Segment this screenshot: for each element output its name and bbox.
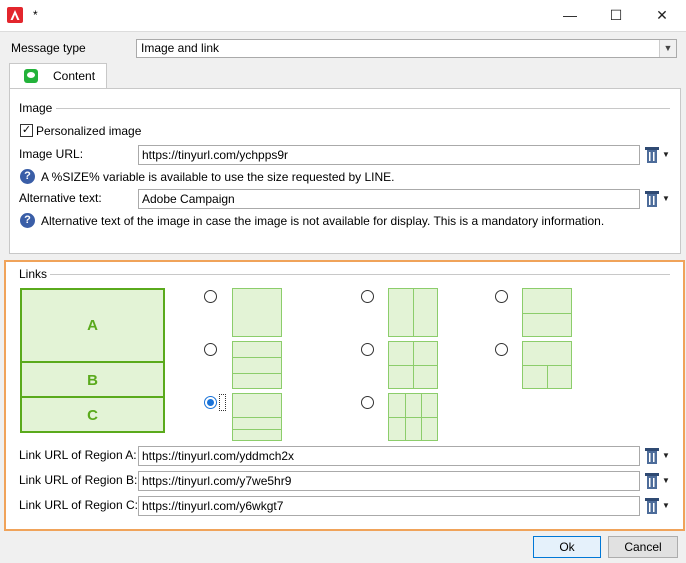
layout-option-radio-selected[interactable]	[204, 396, 217, 409]
image-section-title: Image	[19, 101, 53, 115]
links-section-title: Links	[19, 267, 48, 281]
trash-icon[interactable]	[644, 447, 660, 465]
link-url-region-a-label: Link URL of Region A:	[19, 448, 137, 462]
chevron-down-icon[interactable]: ▼	[662, 150, 670, 159]
ok-button[interactable]: Ok	[533, 536, 601, 558]
focus-indicator	[219, 394, 226, 411]
link-url-region-c-label: Link URL of Region C:	[19, 498, 138, 512]
message-type-label: Message type	[11, 41, 86, 55]
layout-option-radio[interactable]	[204, 343, 217, 356]
trash-icon[interactable]	[644, 472, 660, 490]
layout-thumbnail[interactable]	[388, 341, 438, 389]
line-app-icon	[24, 69, 38, 83]
message-type-value: Image and link	[141, 41, 220, 55]
region-a: A	[87, 317, 98, 334]
tab-content[interactable]: Content	[9, 63, 107, 89]
image-section-divider	[56, 108, 670, 109]
chevron-down-icon[interactable]: ▼	[662, 501, 670, 510]
trash-icon[interactable]	[644, 190, 660, 208]
region-b: B	[22, 361, 163, 398]
link-url-region-a-field[interactable]: https://tinyurl.com/yddmch2x	[138, 446, 640, 466]
title-bar: * — ☐ ✕	[0, 0, 686, 31]
alternative-text-help-text: Alternative text of the image in case th…	[41, 214, 605, 228]
link-url-region-c-field[interactable]: https://tinyurl.com/y6wkgt7	[138, 496, 640, 516]
layout-option-radio[interactable]	[361, 343, 374, 356]
trash-icon[interactable]	[644, 497, 660, 515]
minimize-button[interactable]: —	[558, 4, 582, 26]
alternative-text-label: Alternative text:	[19, 191, 102, 205]
layout-thumbnail[interactable]	[232, 288, 282, 337]
layout-option-radio[interactable]	[495, 290, 508, 303]
chevron-down-icon[interactable]: ▼	[662, 476, 670, 485]
image-url-label: Image URL:	[19, 147, 84, 161]
link-url-region-b-field[interactable]: https://tinyurl.com/y7we5hr9	[138, 471, 640, 491]
layout-thumbnail[interactable]	[232, 393, 282, 441]
help-icon: ?	[20, 169, 35, 184]
help-icon: ?	[20, 213, 35, 228]
layout-option-radio[interactable]	[495, 343, 508, 356]
layout-thumbnail[interactable]	[232, 341, 282, 389]
layout-thumbnail[interactable]	[522, 341, 572, 389]
layout-thumbnail[interactable]	[388, 393, 438, 441]
layout-preview: A B C	[20, 288, 165, 433]
links-section-divider	[50, 274, 670, 275]
adobe-campaign-logo-icon	[7, 7, 23, 23]
cancel-button[interactable]: Cancel	[608, 536, 678, 558]
message-type-select[interactable]: Image and link ▼	[136, 39, 677, 58]
image-url-field[interactable]: https://tinyurl.com/ychpps9r	[138, 145, 640, 165]
maximize-button[interactable]: ☐	[604, 4, 628, 26]
layout-option-radio[interactable]	[204, 290, 217, 303]
layout-option-radio[interactable]	[361, 290, 374, 303]
layout-thumbnail[interactable]	[388, 288, 438, 337]
link-url-region-b-label: Link URL of Region B:	[19, 473, 138, 487]
chevron-down-icon[interactable]: ▼	[662, 194, 670, 203]
personalized-image-checkbox[interactable]: ✓	[20, 124, 33, 137]
trash-icon[interactable]	[644, 146, 660, 164]
chevron-down-icon[interactable]: ▼	[662, 451, 670, 460]
alternative-text-field[interactable]: Adobe Campaign	[138, 189, 640, 209]
image-url-help-text: A %SIZE% variable is available to use th…	[41, 170, 395, 184]
window-title: *	[33, 8, 38, 22]
region-c: C	[22, 396, 163, 433]
chevron-down-icon[interactable]: ▼	[659, 40, 676, 57]
personalized-image-label: Personalized image	[36, 124, 142, 138]
tab-content-label: Content	[53, 69, 96, 83]
layout-option-radio[interactable]	[361, 396, 374, 409]
layout-thumbnail[interactable]	[522, 288, 572, 337]
close-button[interactable]: ✕	[650, 4, 674, 26]
